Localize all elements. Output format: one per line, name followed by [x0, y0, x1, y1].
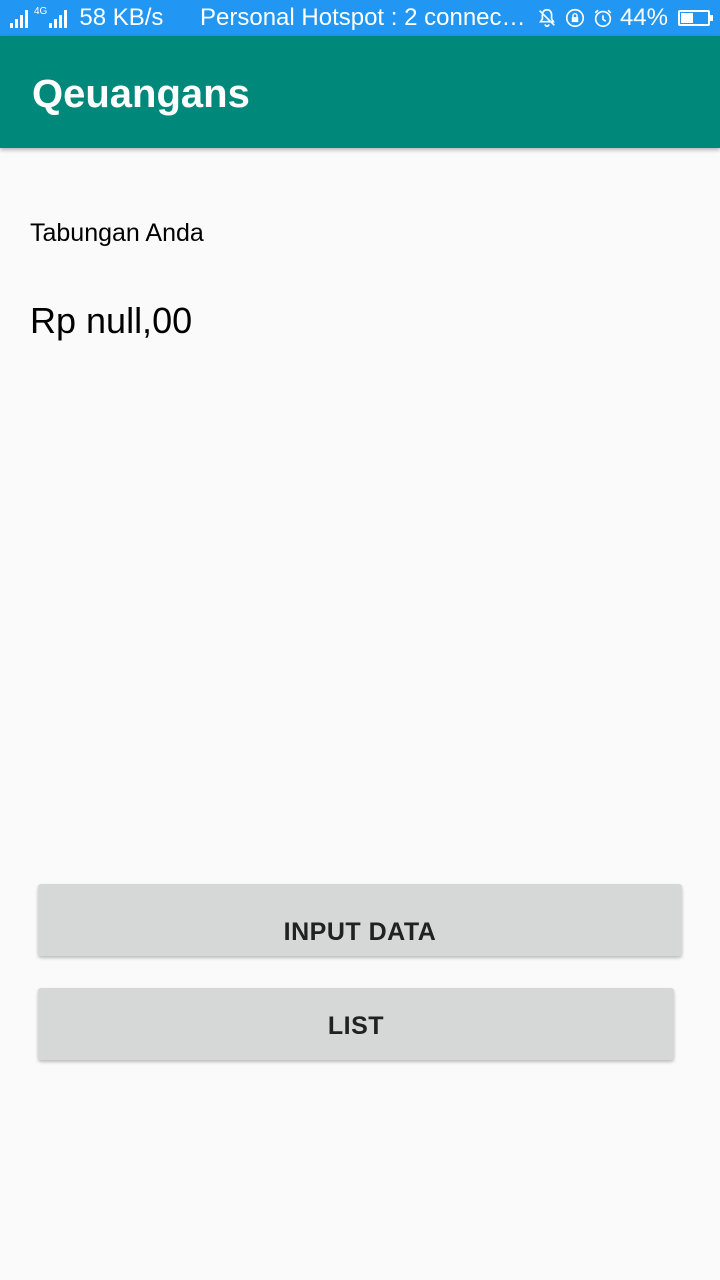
- battery-icon: [678, 10, 713, 26]
- status-right: 44%: [536, 0, 713, 36]
- status-left: 4G 58 KB/s: [10, 4, 163, 32]
- savings-amount: Rp null,00: [30, 300, 193, 341]
- screen: 4G 58 KB/s Personal Hotspot : 2 connec…: [0, 0, 720, 1280]
- battery-percent: 44%: [619, 4, 668, 31]
- network-speed: 58 KB/s: [79, 4, 164, 31]
- signal-4g-icon: [49, 8, 68, 28]
- app-title: Qeuangans: [32, 72, 250, 116]
- alarm-icon: [594, 9, 612, 28]
- input-data-button[interactable]: INPUT DATA: [38, 884, 682, 956]
- list-button[interactable]: LIST: [38, 988, 674, 1060]
- input-data-button-label: INPUT DATA: [283, 918, 437, 946]
- list-button-label: LIST: [327, 1012, 385, 1040]
- signal-icon: [10, 8, 28, 28]
- network-type: 4G: [34, 6, 48, 17]
- savings-label: Tabungan Anda: [30, 219, 204, 247]
- rotation-lock-icon: [565, 8, 585, 28]
- mute-icon: [538, 8, 555, 28]
- hotspot-status: Personal Hotspot : 2 connec…: [200, 4, 526, 31]
- status-bar: 4G 58 KB/s Personal Hotspot : 2 connec…: [0, 0, 720, 36]
- app-bar: Qeuangans: [0, 36, 720, 148]
